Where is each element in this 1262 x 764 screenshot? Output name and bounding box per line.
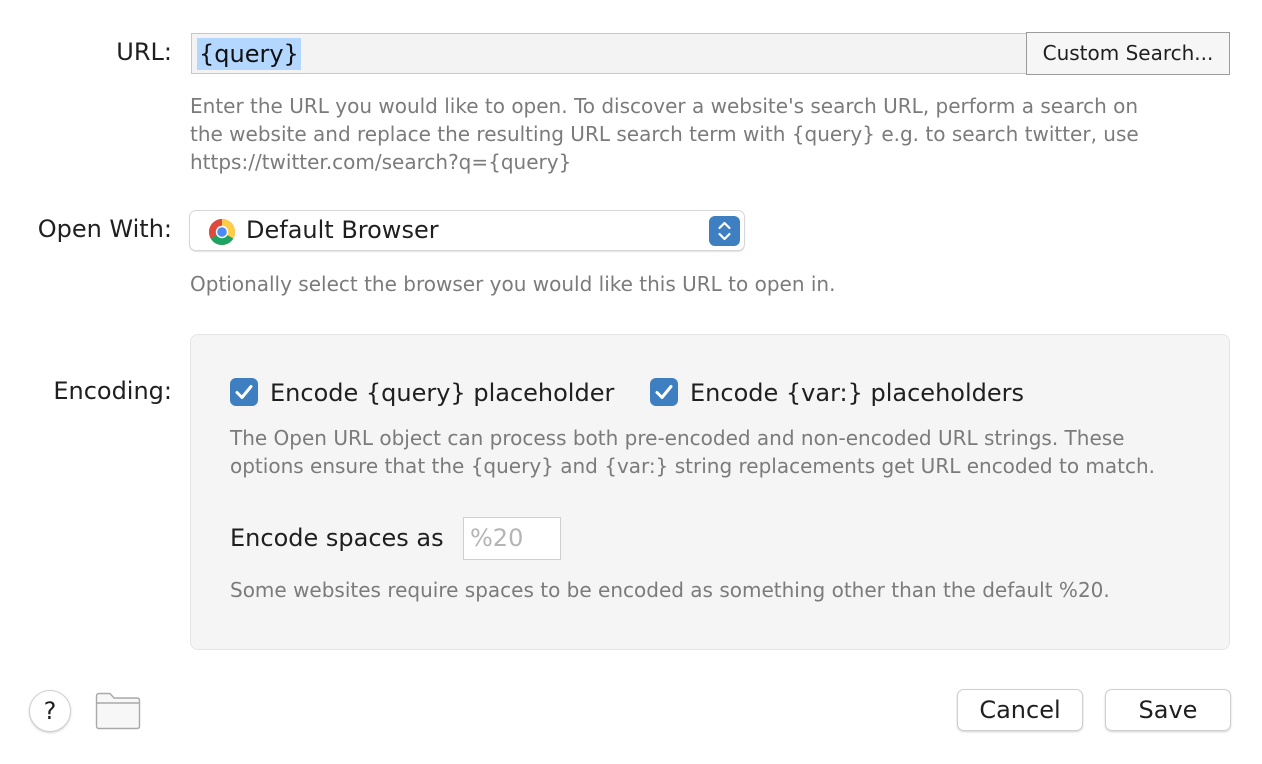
url-help-line: https://twitter.com/search?q={query} — [190, 150, 572, 174]
custom-search-button[interactable]: Custom Search... — [1026, 32, 1230, 75]
url-help-text: Enter the URL you would like to open. To… — [190, 92, 1139, 176]
encode-spaces-help-text: Some websites require spaces to be encod… — [230, 578, 1110, 602]
folder-icon[interactable] — [95, 692, 141, 730]
encode-spaces-label: Encode spaces as — [230, 524, 444, 552]
chrome-icon — [208, 219, 236, 246]
checkmark-icon — [655, 385, 673, 399]
url-input[interactable]: {query} — [191, 33, 1027, 74]
url-label: URL: — [116, 38, 172, 66]
open-with-help-text: Optionally select the browser you would … — [190, 272, 836, 296]
open-with-label: Open With: — [37, 215, 172, 243]
encode-query-label[interactable]: Encode {query} placeholder — [270, 377, 614, 409]
encode-query-checkbox[interactable] — [230, 378, 258, 406]
url-help-line: Enter the URL you would like to open. To… — [190, 94, 1139, 118]
help-button[interactable]: ? — [29, 690, 71, 732]
browser-select-value: Default Browser — [246, 216, 439, 244]
url-help-line: the website and replace the resulting UR… — [190, 122, 1139, 146]
cancel-button[interactable]: Cancel — [957, 689, 1083, 731]
encoding-help-line: options ensure that the {query} and {var… — [230, 454, 1156, 478]
save-button[interactable]: Save — [1105, 689, 1231, 731]
encoding-help-line: The Open URL object can process both pre… — [230, 426, 1125, 450]
url-value: {query} — [197, 38, 301, 70]
encode-var-checkbox[interactable] — [650, 378, 678, 406]
encode-var-label[interactable]: Encode {var:} placeholders — [690, 377, 1024, 409]
encode-spaces-input[interactable]: %20 — [463, 517, 561, 560]
encoding-label: Encoding: — [53, 377, 172, 405]
checkmark-icon — [235, 385, 253, 399]
browser-select[interactable]: Default Browser — [189, 210, 745, 251]
encoding-help-text: The Open URL object can process both pre… — [230, 424, 1155, 480]
chevron-updown-icon[interactable] — [709, 216, 740, 246]
